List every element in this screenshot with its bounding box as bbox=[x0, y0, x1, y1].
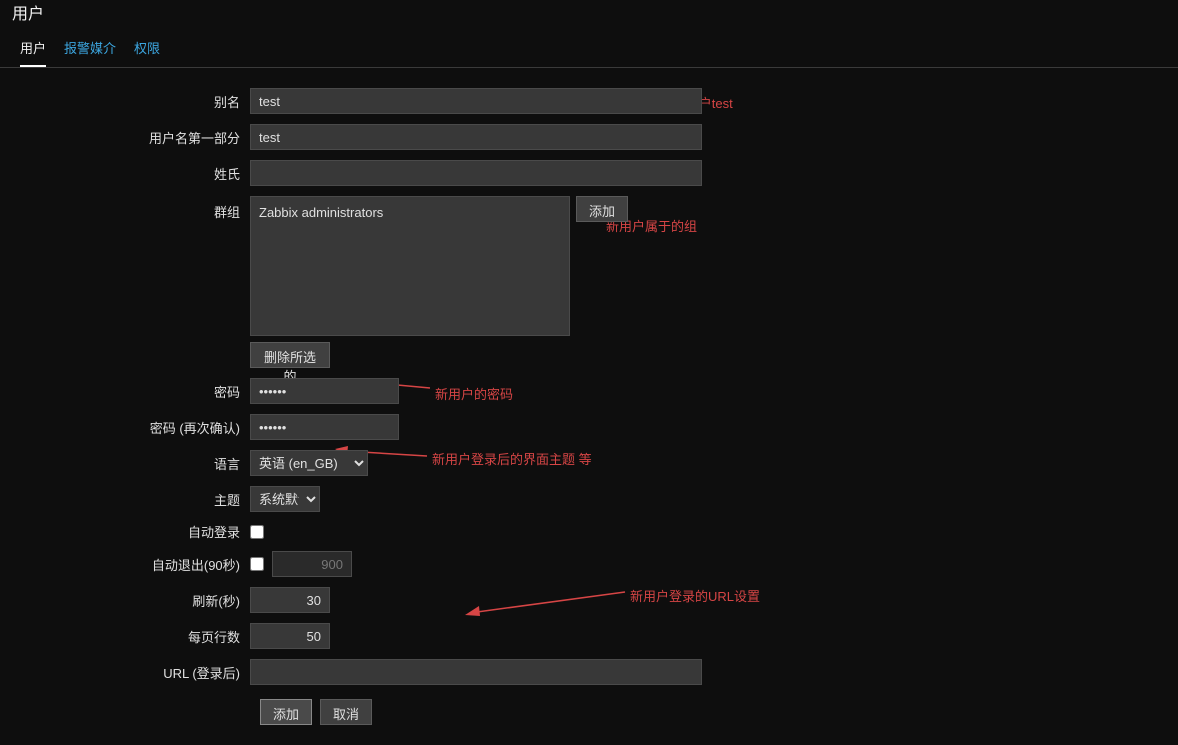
tab-permissions[interactable]: 权限 bbox=[134, 38, 160, 67]
label-refresh: 刷新(秒) bbox=[0, 591, 250, 610]
tabs-bar: 用户 报警媒介 权限 bbox=[0, 28, 1178, 68]
language-select[interactable]: 英语 (en_GB) bbox=[250, 450, 368, 476]
cancel-button[interactable]: 取消 bbox=[320, 699, 372, 725]
label-auto-logout: 自动退出(90秒) bbox=[0, 555, 250, 574]
label-alias: 别名 bbox=[0, 92, 250, 111]
label-language: 语言 bbox=[0, 454, 250, 473]
label-theme: 主题 bbox=[0, 490, 250, 509]
add-group-button[interactable]: 添加 bbox=[576, 196, 628, 222]
auto-login-checkbox[interactable] bbox=[250, 525, 264, 539]
refresh-input[interactable] bbox=[250, 587, 330, 613]
alias-input[interactable] bbox=[250, 88, 702, 114]
page-title: 用户 bbox=[0, 0, 1178, 28]
label-url-after-login: URL (登录后) bbox=[0, 663, 250, 682]
password-confirm-input[interactable] bbox=[250, 414, 399, 440]
password-input[interactable] bbox=[250, 378, 399, 404]
label-groups: 群组 bbox=[0, 196, 250, 221]
label-rows-per-page: 每页行数 bbox=[0, 627, 250, 646]
label-surname: 姓氏 bbox=[0, 164, 250, 183]
label-auto-login: 自动登录 bbox=[0, 522, 250, 541]
surname-input[interactable] bbox=[250, 160, 702, 186]
label-name-first: 用户名第一部分 bbox=[0, 128, 250, 147]
auto-logout-checkbox[interactable] bbox=[250, 557, 264, 571]
rows-per-page-input[interactable] bbox=[250, 623, 330, 649]
tab-media[interactable]: 报警媒介 bbox=[64, 38, 116, 67]
user-form: 新建 zabbix 用户test 新用户属于的组 新用户的密码 新用户登录后的界… bbox=[0, 68, 1178, 745]
delete-selected-button[interactable]: 删除所选的 bbox=[250, 342, 330, 368]
groups-listbox[interactable]: Zabbix administrators bbox=[250, 196, 570, 336]
label-password: 密码 bbox=[0, 382, 250, 401]
url-after-login-input[interactable] bbox=[250, 659, 702, 685]
name-first-input[interactable] bbox=[250, 124, 702, 150]
list-item[interactable]: Zabbix administrators bbox=[259, 203, 561, 222]
label-password-confirm: 密码 (再次确认) bbox=[0, 418, 250, 437]
submit-add-button[interactable]: 添加 bbox=[260, 699, 312, 725]
auto-logout-value-input bbox=[272, 551, 352, 577]
theme-select[interactable]: 系统默认 bbox=[250, 486, 320, 512]
tab-user[interactable]: 用户 bbox=[20, 38, 46, 67]
